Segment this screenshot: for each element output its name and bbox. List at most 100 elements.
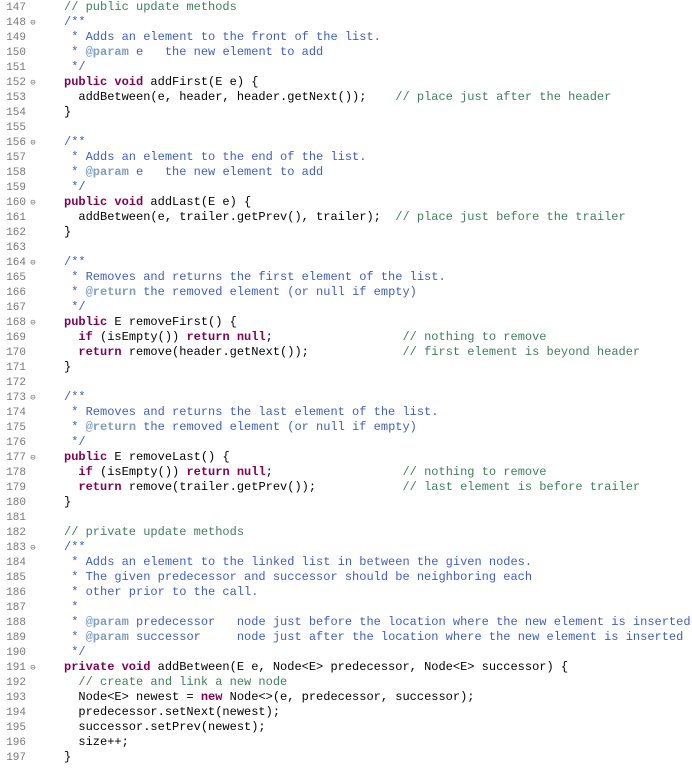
code-token: // create and link a new node xyxy=(78,675,287,689)
line-number: 188 xyxy=(0,617,26,629)
line-number: 187 xyxy=(0,602,26,614)
code-line[interactable]: * @param e the new element to add xyxy=(64,165,692,180)
code-token: /** xyxy=(64,15,86,29)
code-line[interactable]: * @param successor node just after the l… xyxy=(64,630,692,645)
code-token: // private update methods xyxy=(64,525,244,539)
code-line[interactable] xyxy=(64,510,692,525)
code-line[interactable]: successor.setPrev(newest); xyxy=(64,720,692,735)
code-line[interactable]: } xyxy=(64,105,692,120)
code-line[interactable]: /** xyxy=(64,135,692,150)
code-line[interactable]: * Adds an element to the linked list in … xyxy=(64,555,692,570)
code-line[interactable]: return remove(trailer.getPrev()); // las… xyxy=(64,480,692,495)
code-token: } xyxy=(64,360,71,374)
code-line[interactable]: /** xyxy=(64,540,692,555)
code-line[interactable]: */ xyxy=(64,60,692,75)
code-line[interactable]: if (isEmpty()) return null; // nothing t… xyxy=(64,330,692,345)
code-line[interactable]: * @return the removed element (or null i… xyxy=(64,420,692,435)
code-line[interactable]: public E removeLast() { xyxy=(64,450,692,465)
code-line[interactable]: // private update methods xyxy=(64,525,692,540)
line-number: 151 xyxy=(0,62,26,74)
code-line[interactable]: * Removes and returns the first element … xyxy=(64,270,692,285)
code-line[interactable]: */ xyxy=(64,435,692,450)
code-token: if xyxy=(78,465,92,479)
code-line[interactable] xyxy=(64,375,692,390)
code-line[interactable]: private void addBetween(E e, Node<E> pre… xyxy=(64,660,692,675)
code-token: Node<>(e, predecessor, successor); xyxy=(222,690,474,704)
code-line[interactable]: public E removeFirst() { xyxy=(64,315,692,330)
code-area: // public update methods/** * Adds an el… xyxy=(44,0,692,765)
code-token: } xyxy=(64,105,71,119)
code-line[interactable]: */ xyxy=(64,300,692,315)
fold-toggle-icon[interactable]: ⊖ xyxy=(28,393,38,403)
fold-toggle-icon[interactable]: ⊖ xyxy=(28,258,38,268)
code-line[interactable]: size++; xyxy=(64,735,692,750)
code-token: /** xyxy=(64,540,86,554)
code-line[interactable]: addBetween(e, header, header.getNext());… xyxy=(64,90,692,105)
gutter-line: 193 xyxy=(0,690,40,705)
code-token: the removed element (or null if empty) xyxy=(136,285,417,299)
line-number: 149 xyxy=(0,32,26,44)
code-token: // first element is beyond header xyxy=(402,345,640,359)
code-token: */ xyxy=(64,435,86,449)
gutter-line: 187 xyxy=(0,600,40,615)
code-line[interactable]: } xyxy=(64,750,692,765)
code-token xyxy=(64,345,78,359)
code-line[interactable]: /** xyxy=(64,255,692,270)
line-number: 182 xyxy=(0,527,26,539)
code-token: E removeFirst() { xyxy=(107,315,237,329)
fold-toggle-icon[interactable]: ⊖ xyxy=(28,138,38,148)
code-token: size++; xyxy=(64,735,129,749)
code-line[interactable] xyxy=(64,240,692,255)
line-number: 147 xyxy=(0,2,26,14)
code-line[interactable]: * @param predecessor node just before th… xyxy=(64,615,692,630)
code-token: @param xyxy=(86,615,129,629)
code-line[interactable]: } xyxy=(64,360,692,375)
code-token: } xyxy=(64,750,71,764)
fold-toggle-icon[interactable]: ⊖ xyxy=(28,543,38,553)
code-token: * The given predecessor and successor sh… xyxy=(64,570,532,584)
code-line[interactable]: * Removes and returns the last element o… xyxy=(64,405,692,420)
code-line[interactable]: public void addFirst(E e) { xyxy=(64,75,692,90)
line-number: 162 xyxy=(0,227,26,239)
gutter-line: 147 xyxy=(0,0,40,15)
code-line[interactable]: predecessor.setNext(newest); xyxy=(64,705,692,720)
fold-toggle-icon[interactable]: ⊖ xyxy=(28,18,38,28)
code-line[interactable]: if (isEmpty()) return null; // nothing t… xyxy=(64,465,692,480)
code-line[interactable] xyxy=(64,120,692,135)
gutter-line: 155 xyxy=(0,120,40,135)
code-line[interactable]: * other prior to the call. xyxy=(64,585,692,600)
line-number: 163 xyxy=(0,242,26,254)
code-line[interactable]: } xyxy=(64,495,692,510)
line-number: 184 xyxy=(0,557,26,569)
code-line[interactable]: /** xyxy=(64,390,692,405)
code-line[interactable]: } xyxy=(64,225,692,240)
line-gutter: 147148⊖149150151152⊖153154155156⊖1571581… xyxy=(0,0,44,765)
code-token: (isEmpty()) xyxy=(93,330,187,344)
code-line[interactable]: public void addLast(E e) { xyxy=(64,195,692,210)
fold-toggle-icon[interactable]: ⊖ xyxy=(28,663,38,673)
code-line[interactable]: addBetween(e, trailer.getPrev(), trailer… xyxy=(64,210,692,225)
code-line[interactable]: * The given predecessor and successor sh… xyxy=(64,570,692,585)
code-line[interactable]: // public update methods xyxy=(64,0,692,15)
code-line[interactable]: * @param e the new element to add xyxy=(64,45,692,60)
gutter-line: 195 xyxy=(0,720,40,735)
code-line[interactable]: * Adds an element to the front of the li… xyxy=(64,30,692,45)
code-line[interactable]: // create and link a new node xyxy=(64,675,692,690)
fold-toggle-icon[interactable]: ⊖ xyxy=(28,453,38,463)
code-line[interactable]: * @return the removed element (or null i… xyxy=(64,285,692,300)
code-line[interactable]: return remove(header.getNext()); // firs… xyxy=(64,345,692,360)
code-line[interactable]: * Adds an element to the end of the list… xyxy=(64,150,692,165)
code-token: E removeLast() { xyxy=(107,450,229,464)
fold-toggle-icon[interactable]: ⊖ xyxy=(28,198,38,208)
code-token xyxy=(64,480,78,494)
fold-toggle-icon[interactable]: ⊖ xyxy=(28,78,38,88)
code-line[interactable]: Node<E> newest = new Node<>(e, predecess… xyxy=(64,690,692,705)
code-line[interactable]: */ xyxy=(64,645,692,660)
fold-toggle-icon[interactable]: ⊖ xyxy=(28,318,38,328)
code-line[interactable]: * xyxy=(64,600,692,615)
gutter-line: 197 xyxy=(0,750,40,765)
gutter-line: 153 xyxy=(0,90,40,105)
code-line[interactable]: */ xyxy=(64,180,692,195)
code-line[interactable]: /** xyxy=(64,15,692,30)
code-token: predecessor node just before the locatio… xyxy=(129,615,691,629)
